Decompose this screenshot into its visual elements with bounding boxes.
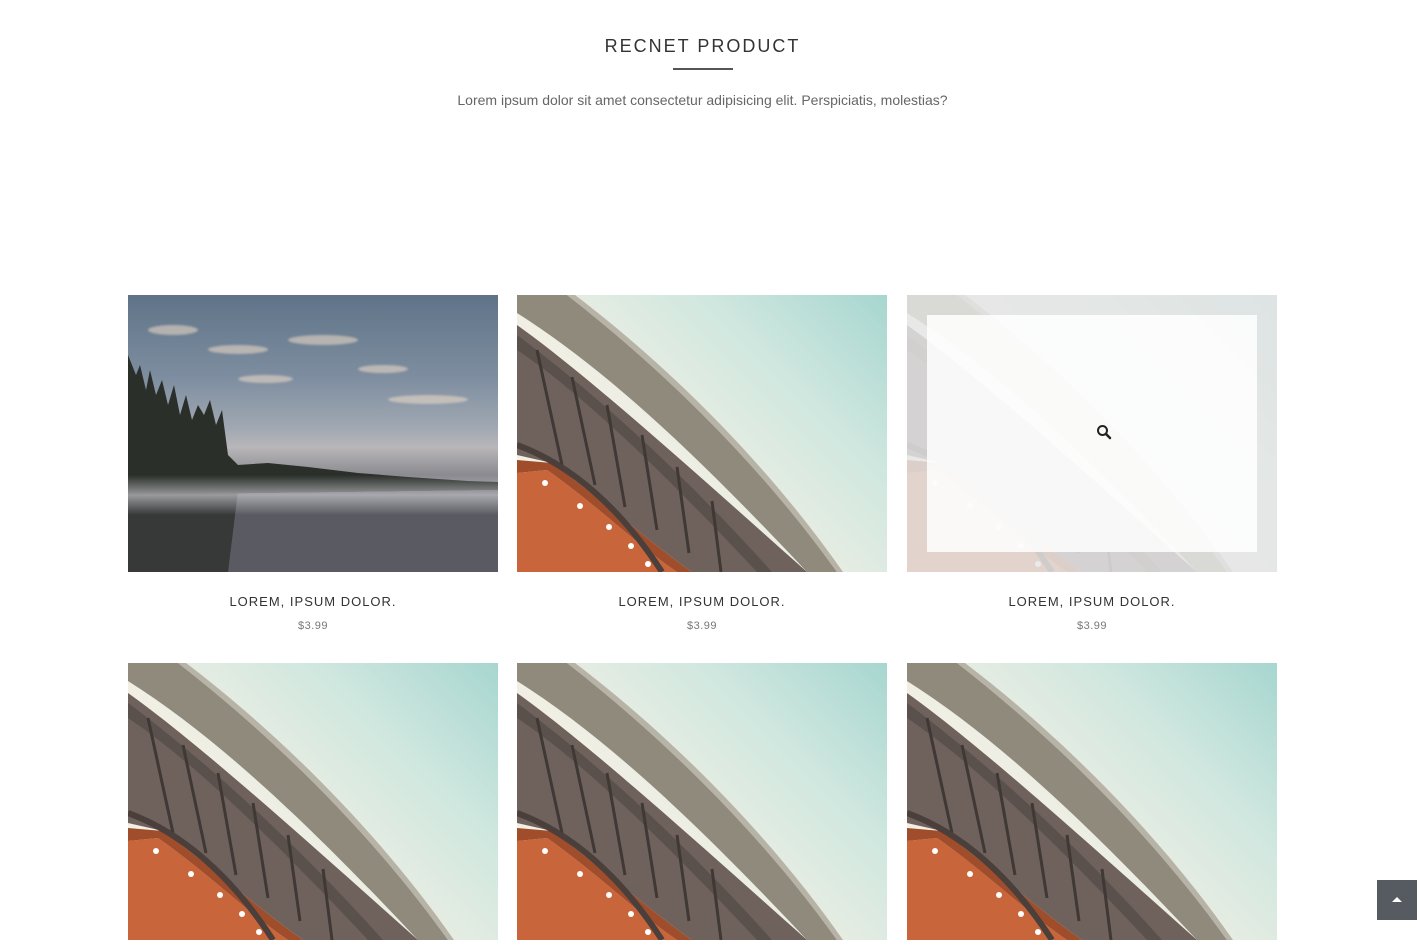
product-price: $3.99 (686, 620, 718, 632)
recent-product-section: RECNET PRODUCT Lorem ipsum dolor sit ame… (0, 0, 1419, 946)
section-subtitle: Lorem ipsum dolor sit amet consectetur a… (457, 92, 948, 108)
overlay-panel (927, 315, 1257, 552)
section-title: RECNET PRODUCT (604, 36, 801, 56)
product-name[interactable]: LOREM, IPSUM DOLOR. (128, 594, 498, 609)
product-card[interactable] (517, 663, 887, 940)
product-image-building[interactable] (907, 663, 1277, 940)
product-name[interactable]: LOREM, IPSUM DOLOR. (907, 594, 1277, 609)
product-name[interactable]: LOREM, IPSUM DOLOR. (517, 594, 887, 609)
product-card[interactable]: LOREM, IPSUM DOLOR. $3.99 (128, 295, 498, 632)
caret-up-icon (1392, 897, 1402, 902)
back-to-top-button[interactable] (1377, 880, 1417, 920)
hover-overlay[interactable] (907, 295, 1277, 572)
product-image-building[interactable] (907, 295, 1277, 572)
mist (128, 475, 498, 515)
product-image-building[interactable] (517, 295, 887, 572)
product-card[interactable]: LOREM, IPSUM DOLOR. $3.99 (517, 295, 887, 632)
product-card[interactable] (128, 663, 498, 940)
product-image-building[interactable] (128, 663, 498, 940)
product-card[interactable]: LOREM, IPSUM DOLOR. $3.99 (907, 295, 1277, 632)
forest-silhouette (128, 355, 498, 572)
product-image-building[interactable] (517, 663, 887, 940)
title-underline (673, 68, 733, 70)
product-image-lake[interactable] (128, 295, 498, 572)
search-icon[interactable] (1096, 424, 1112, 440)
product-card[interactable] (907, 663, 1277, 940)
product-price: $3.99 (297, 620, 329, 632)
product-price: $3.99 (1076, 620, 1108, 632)
